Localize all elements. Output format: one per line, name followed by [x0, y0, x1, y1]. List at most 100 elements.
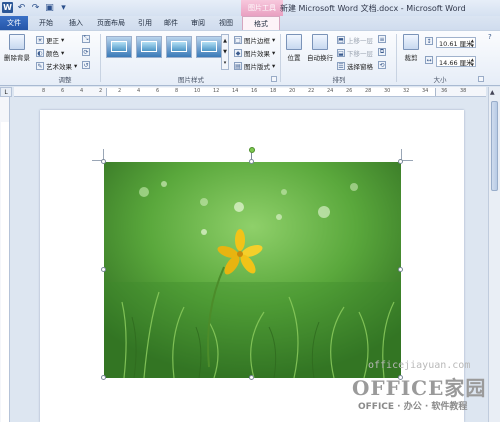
color-label: 颜色	[46, 50, 59, 58]
resize-handle[interactable]	[249, 375, 254, 380]
wrap-text-button[interactable]: 自动换行	[306, 34, 334, 62]
scroll-up-icon[interactable]: ▲	[490, 89, 495, 96]
change-picture-button[interactable]: ⟳	[82, 48, 90, 56]
artistic-effects-label: 艺术效果	[46, 63, 72, 71]
ruler-number: 32	[403, 88, 410, 94]
dropdown-icon: ▾	[74, 62, 78, 70]
scroll-down-icon[interactable]: ▼	[223, 49, 227, 55]
tab-format[interactable]: 格式	[242, 16, 280, 30]
picture-border-button[interactable]: □ 图片边框 ▾	[234, 35, 275, 45]
spin-arrows-icon[interactable]: ▲ ▼	[471, 38, 474, 48]
crop-icon	[403, 34, 419, 50]
horizontal-ruler[interactable]: 8 6 4 2 2 4 6 8 10 12 14 16 18 20 22 24 26 28 30 32 34 36 38	[14, 87, 486, 97]
arrange-group-label: 排列	[332, 76, 346, 84]
crop-button[interactable]: 裁剪	[400, 34, 422, 62]
ruler-number: 18	[270, 88, 277, 94]
artistic-effects-button[interactable]: ✎ 艺术效果 ▾	[36, 61, 77, 71]
dropdown-icon: ▾	[61, 49, 65, 57]
ruler-number: 20	[289, 88, 296, 94]
tab-references[interactable]: 引用	[132, 16, 158, 30]
group-button[interactable]: ⧉	[378, 48, 386, 56]
compress-pictures-button[interactable]: ⤡	[82, 35, 90, 43]
ruler-number: 4	[137, 88, 141, 94]
height-value: 10.61 厘米	[439, 39, 473, 48]
help-icon[interactable]: ?	[488, 33, 492, 41]
resize-handle[interactable]	[101, 267, 106, 272]
picture-effects-label: 图片效果	[244, 50, 270, 58]
ruler-number: 2	[118, 88, 122, 94]
rotation-handle[interactable]	[249, 147, 255, 153]
rotate-button[interactable]: ⟲	[378, 61, 386, 69]
resize-handle[interactable]	[101, 375, 106, 380]
ruler-text-area	[1, 122, 9, 422]
picture-style-thumb[interactable]	[196, 36, 222, 58]
style-gallery-scroll[interactable]: ▲ ▼ ▾	[221, 34, 229, 70]
position-button[interactable]: 位置	[284, 34, 304, 62]
height-symbol-icon: ↕	[425, 37, 433, 45]
brush-icon: ✎	[36, 62, 44, 70]
resize-handle[interactable]	[398, 159, 403, 164]
reset-icon: ↺	[82, 61, 90, 69]
align-button[interactable]: ≡	[378, 35, 386, 43]
ruler-number: 12	[213, 88, 220, 94]
tab-view[interactable]: 视图	[212, 16, 240, 30]
customize-qat-icon[interactable]: ▾	[58, 2, 69, 13]
color-button[interactable]: ◐ 颜色 ▾	[36, 48, 64, 58]
ruler-number: 2	[99, 88, 103, 94]
bring-forward-icon: ⬒	[337, 36, 345, 44]
tab-insert[interactable]: 插入	[62, 16, 90, 30]
vertical-ruler[interactable]	[0, 97, 10, 422]
picture-effects-button[interactable]: ◆ 图片效果 ▾	[234, 48, 275, 58]
picture-style-thumb[interactable]	[136, 36, 162, 58]
gallery-more-icon[interactable]: ▾	[224, 60, 227, 66]
resize-handle[interactable]	[101, 159, 106, 164]
picture-layout-button[interactable]: ▤ 图片版式 ▾	[234, 61, 275, 71]
bring-forward-button[interactable]: ⬒ 上移一层	[337, 35, 373, 45]
scroll-up-icon[interactable]: ▲	[223, 38, 227, 44]
tab-selector-icon[interactable]: L	[0, 87, 12, 97]
window-title: 新建 Microsoft Word 文档.docx - Microsoft Wo…	[280, 4, 466, 13]
sun-icon: ☀	[36, 36, 44, 44]
corrections-button[interactable]: ☀ 更正 ▾	[36, 35, 64, 45]
tab-review[interactable]: 审阅	[184, 16, 212, 30]
width-icon: ↔	[425, 56, 433, 64]
dialog-launcher-icon[interactable]	[478, 76, 484, 82]
change-picture-icon: ⟳	[82, 48, 90, 56]
vertical-scrollbar[interactable]: ▲	[488, 87, 500, 422]
width-field[interactable]: 14.66 厘米 ▲ ▼	[436, 56, 476, 67]
ruler-number: 10	[194, 88, 201, 94]
picture-style-thumb[interactable]	[106, 36, 132, 58]
resize-handle[interactable]	[249, 159, 254, 164]
dropdown-icon: ▾	[61, 36, 65, 44]
ruler-number: 4	[80, 88, 84, 94]
spin-arrows-icon[interactable]: ▲ ▼	[471, 57, 474, 67]
picture-tools-header: 图片工具	[241, 0, 283, 16]
dropdown-icon: ▾	[272, 49, 276, 57]
undo-icon[interactable]: ↶	[16, 2, 27, 13]
title-bar: W ↶ ↷ ▣ ▾ 图片工具 新建 Microsoft Word 文档.docx…	[0, 0, 500, 16]
picture-style-thumb[interactable]	[166, 36, 192, 58]
layout-icon: ▤	[234, 62, 242, 70]
save-icon[interactable]: ▣	[44, 2, 55, 13]
tab-home[interactable]: 开始	[30, 16, 62, 30]
height-field[interactable]: 10.61 厘米 ▲ ▼	[436, 37, 476, 48]
group-icon: ⧉	[378, 48, 386, 56]
selection-pane-button[interactable]: ☰ 选择窗格	[337, 61, 373, 71]
word-logo-icon[interactable]: W	[2, 2, 13, 13]
size-group-label: 大小	[433, 76, 447, 84]
ruler-number: 28	[365, 88, 372, 94]
compress-icon: ⤡	[82, 35, 90, 43]
tab-file[interactable]: 文件	[0, 16, 28, 30]
remove-background-button[interactable]: 删除背景	[2, 34, 32, 62]
tab-mailings[interactable]: 邮件	[158, 16, 184, 30]
rotate-icon: ⟲	[378, 61, 386, 69]
send-backward-button[interactable]: ⬓ 下移一层	[337, 48, 373, 58]
scrollbar-thumb[interactable]	[491, 101, 498, 191]
resize-handle[interactable]	[398, 267, 403, 272]
redo-icon[interactable]: ↷	[30, 2, 41, 13]
tab-page-layout[interactable]: 页面布局	[90, 16, 132, 30]
inserted-picture[interactable]	[104, 162, 401, 378]
reset-picture-button[interactable]: ↺	[82, 61, 90, 69]
ruler-number: 38	[460, 88, 467, 94]
dialog-launcher-icon[interactable]	[271, 76, 277, 82]
